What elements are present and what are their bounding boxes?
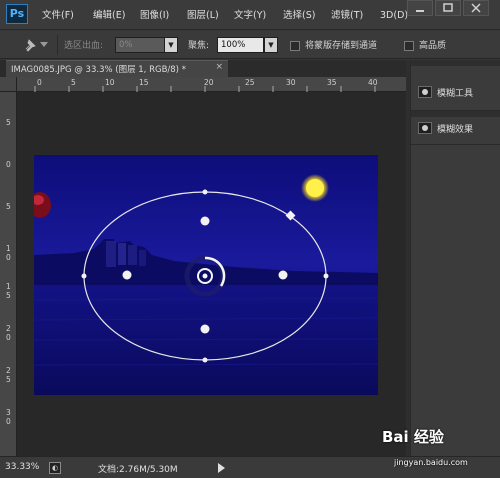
save-mask-label: 将蒙版存储到通道 [305,41,378,51]
selection-bleed-input[interactable]: 0% [115,37,165,53]
panel-header[interactable] [411,111,500,117]
vertical-ruler[interactable]: 5 0 5 1 0 1 5 2 0 2 5 3 0 [0,92,17,456]
ruler-v-label: 3 0 [6,408,11,426]
minimize-button[interactable] [407,0,433,16]
right-handle[interactable] [323,273,329,279]
menu-type[interactable]: 文字(Y) [234,8,266,24]
ruler-h-label: 5 [71,78,76,87]
ruler-h-label: 15 [139,78,149,87]
feather-handle-left[interactable] [122,270,132,280]
feather-handle-top[interactable] [200,216,210,226]
panel-dock: 模糊工具 模糊效果 [410,60,500,456]
close-tab-button[interactable]: × [215,62,223,72]
maximize-icon [443,3,453,12]
selection-bleed-dropdown[interactable]: ▼ [164,37,178,53]
menu-layer[interactable]: 图层(L) [187,8,219,24]
ruler-h-label: 10 [105,78,115,87]
horizontal-ruler[interactable]: 0 5 10 15 20 25 30 35 40 [17,77,406,92]
selection-bleed-label: 选区出血: [64,41,104,51]
focus-label: 聚焦: [188,41,210,51]
feather-handle-right[interactable] [278,270,288,280]
ruler-v-label: 1 0 [6,244,11,262]
panel-header[interactable] [411,60,500,66]
blur-effects-icon [418,122,432,134]
left-handle[interactable] [81,273,87,279]
ruler-h-label: 40 [368,78,378,87]
maximize-button[interactable] [435,0,461,16]
document-status-icon[interactable]: ◐ [49,462,61,474]
blur-effects-label: 模糊效果 [437,125,474,135]
document-tab[interactable]: IMAG0085.JPG @ 33.3% (图层 1, RGB/8) * × [6,60,228,77]
menu-edit[interactable]: 编辑(E) [93,8,125,24]
top-handle[interactable] [202,189,208,195]
watermark-logo: Bai 经验 [382,428,444,446]
blur-tools-panel[interactable]: 模糊工具 [415,82,497,102]
ruler-h-label: 25 [245,78,255,87]
zoom-level[interactable]: 33.33% [5,462,39,472]
options-bar: 选区出血: 0% ▼ 聚焦: 100% ▼ 将蒙版存储到通道 高品质 [0,31,500,59]
blur-tools-label: 模糊工具 [437,89,474,99]
iris-blur-overlay[interactable] [17,92,406,456]
ruler-v-label: 2 5 [6,366,11,384]
watermark-url: jingyan.baidu.com [394,458,468,467]
high-quality-checkbox[interactable] [404,41,414,51]
feather-handle-bottom[interactable] [200,324,210,334]
ruler-corner[interactable] [0,77,17,92]
ruler-h-label: 20 [204,78,214,87]
menu-file[interactable]: 文件(F) [42,8,74,24]
ruler-h-label: 0 [37,78,42,87]
canvas-workspace[interactable] [17,92,406,456]
bottom-handle[interactable] [202,357,208,363]
menu-image[interactable]: 图像(I) [140,8,169,24]
ruler-v-label: 0 [6,160,11,169]
status-menu-arrow-icon[interactable] [218,463,225,473]
photoshop-logo: Ps [6,4,28,24]
ruler-h-label: 35 [327,78,337,87]
save-mask-checkbox[interactable] [290,41,300,51]
pin-tool-icon[interactable] [22,37,38,53]
document-tab-bar: IMAG0085.JPG @ 33.3% (图层 1, RGB/8) * × [0,60,406,77]
menu-bar: Ps 文件(F) 编辑(E) 图像(I) 图层(L) 文字(Y) 选择(S) 滤… [0,0,500,30]
document-info: 文档:2.76M/5.30M [98,465,178,475]
blur-effects-panel[interactable]: 模糊效果 [415,118,497,138]
close-window-button[interactable] [463,0,489,16]
baidu-watermark: Bai 经验 jingyan.baidu.com [380,420,500,478]
ruler-v-label: 1 5 [6,282,11,300]
center-pin-icon[interactable] [184,255,226,297]
minimize-icon [416,10,424,12]
menu-3d[interactable]: 3D(D) [380,8,408,24]
ruler-v-label: 2 0 [6,324,11,342]
close-icon [471,3,481,13]
ruler-h-label: 30 [286,78,296,87]
menu-select[interactable]: 选择(S) [283,8,315,24]
menu-filter[interactable]: 滤镜(T) [331,8,363,24]
chevron-down-icon[interactable] [40,42,48,48]
ruler-v-label: 5 [6,202,11,211]
document-title: IMAG0085.JPG @ 33.3% (图层 1, RGB/8) * [11,65,186,75]
ruler-v-label: 5 [6,118,11,127]
focus-input[interactable]: 100% [217,37,264,53]
high-quality-label: 高品质 [419,41,447,51]
window-controls [405,0,500,18]
blur-tool-icon [418,86,432,98]
focus-dropdown[interactable]: ▼ [264,37,278,53]
